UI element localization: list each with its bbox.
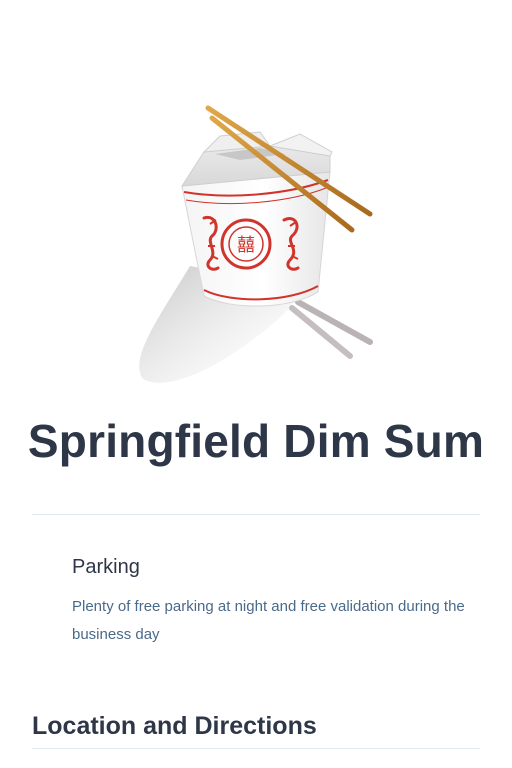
divider [32, 514, 480, 515]
location-heading: Location and Directions [32, 712, 317, 740]
restaurant-page: 囍 Springfield Dim Sum Parking Plenty of … [0, 0, 512, 768]
amenity-title: Parking [72, 556, 140, 578]
restaurant-name: Springfield Dim Sum [27, 415, 485, 467]
amenity-description: Plenty of free parking at night and free… [72, 598, 465, 643]
divider [32, 748, 480, 749]
takeout-box-icon: 囍 [120, 96, 392, 392]
svg-text:囍: 囍 [237, 235, 255, 256]
amenity-parking: Parking Plenty of free parking at night … [72, 556, 472, 649]
